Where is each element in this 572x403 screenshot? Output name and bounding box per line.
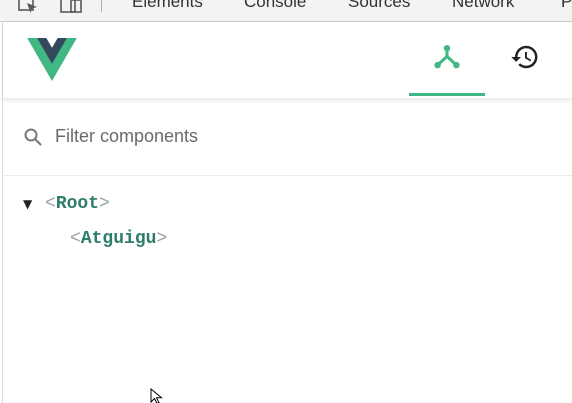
tree-node-root[interactable]: ▼ < Root > (23, 190, 110, 218)
components-tab-button[interactable] (409, 22, 485, 96)
components-icon (432, 42, 462, 77)
inspect-element-icon[interactable] (17, 0, 41, 21)
vue-devtools-header (3, 22, 572, 99)
tag-close-bracket: > (156, 229, 168, 249)
active-tab-indicator (409, 93, 485, 96)
vue-devtools-window: Elements Console Sources Network P Filte… (0, 0, 572, 403)
filter-bar (3, 99, 572, 176)
vue-logo (27, 38, 77, 86)
tag-open-bracket: < (45, 194, 56, 214)
tab-more[interactable]: P (561, 0, 572, 12)
tab-network[interactable]: Network (452, 0, 514, 12)
tree-node-atguigu[interactable]: < Atguigu > (70, 225, 167, 253)
tab-console[interactable]: Console (244, 0, 306, 12)
history-tab-button[interactable] (487, 22, 563, 96)
search-icon (23, 127, 43, 152)
device-toolbar-icon[interactable] (59, 0, 85, 21)
expand-arrow-icon[interactable]: ▼ (23, 197, 45, 211)
mouse-cursor-icon (150, 387, 164, 403)
component-name: Atguigu (80, 229, 157, 249)
component-name: Root (55, 194, 100, 214)
tab-sources[interactable]: Sources (348, 0, 410, 12)
history-icon (509, 42, 541, 77)
toolbar-separator (101, 0, 102, 12)
filter-components-input[interactable] (55, 121, 535, 151)
tab-elements[interactable]: Elements (132, 0, 203, 12)
tag-close-bracket: > (99, 194, 110, 214)
devtools-tab-bar: Elements Console Sources Network P (0, 0, 572, 22)
tag-open-bracket: < (70, 229, 81, 249)
